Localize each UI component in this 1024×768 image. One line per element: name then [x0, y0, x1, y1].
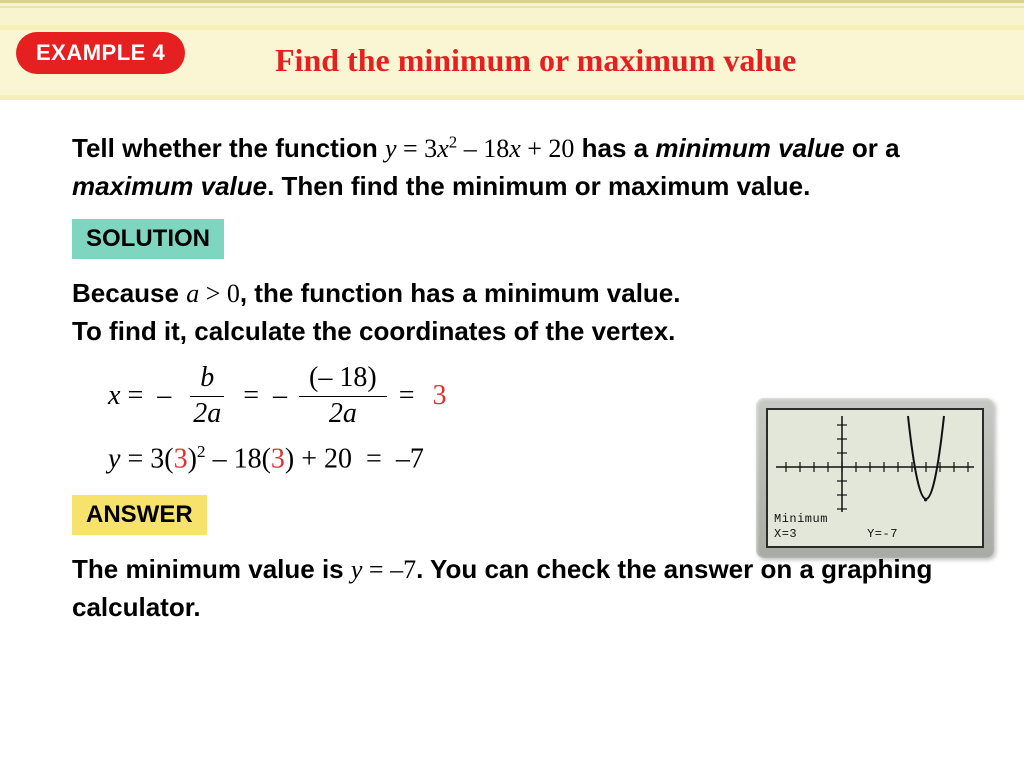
decor-stripe: [0, 0, 1024, 3]
problem-text: has a: [574, 133, 655, 163]
problem-em: maximum value: [72, 171, 267, 201]
decor-stripe: [0, 6, 1024, 8]
final-text: The minimum value is: [72, 554, 351, 584]
final-equation: y = –7: [351, 555, 416, 584]
solution-label: SOLUTION: [72, 219, 224, 259]
x-result-value: 3: [432, 380, 446, 412]
problem-text: Tell whether the function: [72, 133, 385, 163]
problem-statement: Tell whether the function y = 3x2 – 18x …: [72, 130, 984, 205]
problem-text: . Then find the minimum or maximum value…: [267, 171, 810, 201]
solution-step-1: Because a > 0, the function has a minimu…: [72, 275, 984, 349]
math-text: x = –: [108, 380, 171, 412]
calculator-readout: Minimum X=3Y=-7: [774, 512, 898, 542]
calculator-screenshot: • Minimum X=3Y=-7: [756, 398, 994, 558]
page-title: Find the minimum or maximum value: [275, 42, 796, 79]
example-badge: EXAMPLE 4: [16, 32, 185, 74]
calc-line-1: Minimum: [774, 512, 898, 527]
step-text: , the function has a minimum value.: [240, 278, 681, 308]
problem-equation: y = 3x2 – 18x + 20: [385, 134, 574, 163]
sub-x: 3: [271, 443, 285, 474]
math-condition: a: [186, 279, 199, 308]
fraction-numerator: (– 18): [299, 363, 387, 397]
fraction-b-over-2a: b 2a: [183, 363, 231, 430]
equals: = –: [243, 380, 287, 412]
equals: =: [399, 380, 415, 412]
sub-x: 3: [174, 443, 188, 474]
calc-line-2: X=3Y=-7: [774, 527, 898, 542]
problem-text: or a: [845, 133, 900, 163]
calculator-screen: • Minimum X=3Y=-7: [766, 408, 984, 548]
svg-text:•: •: [922, 494, 929, 508]
answer-label: ANSWER: [72, 495, 207, 535]
fraction-denom: 2a: [183, 397, 231, 430]
fraction-neg18-over-2a: (– 18) 2a: [299, 363, 387, 430]
fraction-numerator: b: [190, 363, 224, 397]
problem-em: minimum value: [655, 133, 844, 163]
final-answer: The minimum value is y = –7. You can che…: [72, 551, 984, 626]
step-text: To find it, calculate the coordinates of…: [72, 316, 675, 346]
fraction-denom: 2a: [319, 397, 367, 430]
step-text: Because: [72, 278, 186, 308]
